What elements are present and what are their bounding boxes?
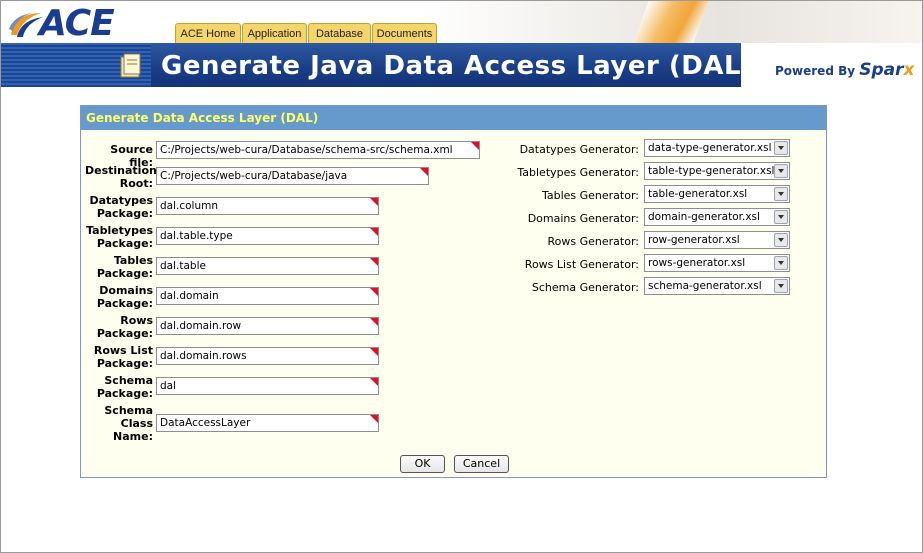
rows-package-input[interactable]: dal.domain.row [156, 317, 379, 335]
panel-header: Generate Data Access Layer (DAL) [81, 106, 826, 130]
schema-generator-select[interactable]: schema-generator.xsl [644, 277, 790, 295]
tables-generator-value: table-generator.xsl [648, 188, 748, 200]
tabletypes-generator-label: Tabletypes Generator: [517, 166, 639, 179]
chevron-down-icon[interactable] [774, 141, 788, 155]
rows-list-package-input[interactable]: dal.domain.rows [156, 347, 379, 365]
ace-logo-text: ACE [39, 3, 115, 44]
domains-generator-label: Domains Generator: [527, 212, 639, 225]
panel-title: Generate Data Access Layer (DAL) [86, 111, 319, 125]
destination-root-input[interactable]: C:/Projects/web-cura/Database/java [156, 167, 429, 185]
destination-root-label: Destination Root: [85, 164, 157, 190]
title-bar-background: Generate Java Data Access Layer (DAL) [1, 43, 741, 87]
domains-generator-value: domain-generator.xsl [648, 211, 760, 223]
rows-list-generator-value: rows-generator.xsl [648, 257, 746, 269]
schema-class-name-label: Schema Class Name: [104, 404, 153, 443]
chevron-down-icon[interactable] [774, 187, 788, 201]
tabletypes-generator-value: table-type-generator.xsl [648, 165, 775, 177]
tab-application[interactable]: Application [242, 23, 307, 44]
tabletypes-package-label: Tabletypes Package: [86, 224, 153, 250]
site-header: ACE ACE Home Application Database Docume… [1, 1, 922, 89]
schema-generator-value: schema-generator.xsl [648, 280, 762, 292]
sparx-brand: Sparx [859, 60, 914, 80]
schema-class-name-input[interactable]: DataAccessLayer [156, 414, 379, 432]
cancel-button[interactable]: Cancel [454, 455, 509, 473]
rows-generator-label: Rows Generator: [547, 235, 639, 248]
tab-ace-home[interactable]: ACE Home [175, 23, 241, 44]
ok-button[interactable]: OK [400, 455, 445, 473]
source-file-input[interactable]: C:/Projects/web-cura/Database/schema-src… [156, 141, 480, 159]
rows-generator-select[interactable]: row-generator.xsl [644, 231, 790, 249]
ace-logo[interactable]: ACE [1, 1, 171, 45]
page-title: Generate Java Data Access Layer (DAL) [161, 51, 741, 81]
chevron-down-icon[interactable] [774, 279, 788, 293]
dal-form-panel: Generate Data Access Layer (DAL) Source … [80, 105, 827, 478]
browser-viewport: ACE ACE Home Application Database Docume… [0, 0, 923, 553]
datatypes-generator-label: Datatypes Generator: [519, 143, 639, 156]
document-folder-icon [120, 53, 141, 78]
powered-by-sparx[interactable]: Powered By Sparx [775, 60, 915, 80]
datatypes-package-input[interactable]: dal.column [156, 197, 379, 215]
domains-package-input[interactable]: dal.domain [156, 287, 379, 305]
rows-generator-value: row-generator.xsl [648, 234, 740, 246]
schema-generator-label: Schema Generator: [531, 281, 639, 294]
datatypes-generator-value: data-type-generator.xsl [648, 142, 772, 154]
tables-package-input[interactable]: dal.table [156, 257, 379, 275]
tabletypes-package-input[interactable]: dal.table.type [156, 227, 379, 245]
title-bar: Generate Java Data Access Layer (DAL) Po… [1, 43, 922, 87]
tables-generator-label: Tables Generator: [541, 189, 639, 202]
rows-list-generator-label: Rows List Generator: [524, 258, 639, 271]
datatypes-package-label: Datatypes Package: [89, 194, 153, 220]
domains-package-label: Domains Package: [96, 284, 153, 310]
datatypes-generator-select[interactable]: data-type-generator.xsl [644, 139, 790, 157]
tab-database[interactable]: Database [308, 23, 371, 44]
tables-generator-select[interactable]: table-generator.xsl [644, 185, 790, 203]
rows-list-package-label: Rows List Package: [93, 344, 153, 370]
tabletypes-generator-select[interactable]: table-type-generator.xsl [644, 162, 790, 180]
chevron-down-icon[interactable] [774, 164, 788, 178]
schema-package-label: Schema Package: [96, 374, 153, 400]
chevron-down-icon[interactable] [774, 210, 788, 224]
chevron-down-icon[interactable] [774, 256, 788, 270]
sparx-brand-x: x [903, 60, 915, 80]
tables-package-label: Tables Package: [96, 254, 153, 280]
tab-documents[interactable]: Documents [372, 23, 437, 44]
rows-package-label: Rows Package: [96, 314, 153, 340]
chevron-down-icon[interactable] [774, 233, 788, 247]
domains-generator-select[interactable]: domain-generator.xsl [644, 208, 790, 226]
schema-package-input[interactable]: dal [156, 377, 379, 395]
sparx-brand-text: Spar [859, 60, 904, 80]
rows-list-generator-select[interactable]: rows-generator.xsl [644, 254, 790, 272]
powered-by-label: Powered By [775, 64, 856, 78]
